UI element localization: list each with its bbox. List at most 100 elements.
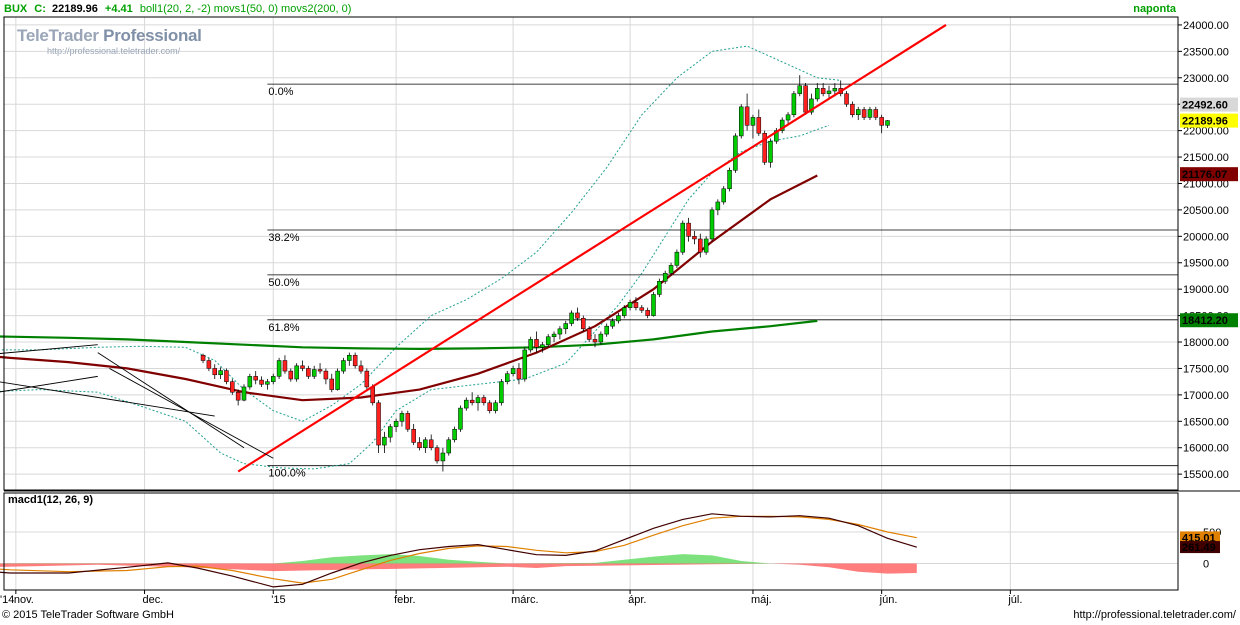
candle-body — [744, 106, 750, 126]
y-tick-label: 23500.00 — [1183, 46, 1229, 58]
candle-body — [885, 120, 890, 126]
candle-body — [452, 428, 457, 441]
candle-body — [300, 365, 305, 369]
x-tick-label: ápr. — [628, 594, 646, 606]
header-close-label: C: — [34, 3, 46, 15]
macd-tick-label: 0 — [1203, 559, 1209, 571]
logo-url: http://professional.teletrader.com/ — [47, 46, 181, 56]
price-chart[interactable]: 0.0% 38.2% 50.0% 61.8% 100.0% 15500.00 16000.… — [0, 0, 1240, 625]
fibonacci-label: 38.2% — [268, 232, 299, 244]
candle-body — [417, 442, 422, 448]
logo-name-b: Professional — [103, 26, 202, 45]
candle-body — [475, 397, 481, 404]
candle-body — [651, 294, 656, 316]
candle-body — [370, 386, 375, 404]
candle-body — [551, 333, 557, 337]
macd-tag-label: 261.49 — [1182, 542, 1216, 554]
candle-body — [873, 109, 879, 118]
x-tick-label: febr. — [394, 594, 415, 606]
candle-body — [692, 236, 697, 240]
candle-body — [200, 354, 206, 361]
fibonacci-label: 100.0% — [268, 468, 306, 480]
candle-body — [329, 378, 334, 390]
candle-body — [352, 354, 358, 367]
candle-body — [850, 103, 855, 116]
candle-body — [469, 399, 475, 404]
candle-body — [265, 381, 270, 385]
candle-body — [364, 370, 370, 388]
candle-body — [581, 317, 586, 330]
y-tick-label: 20500.00 — [1183, 205, 1229, 217]
candle-body — [856, 109, 861, 116]
candle-body — [499, 381, 504, 404]
y-tick-label: 17500.00 — [1183, 363, 1229, 375]
candle-body — [867, 109, 873, 118]
candle-body — [212, 368, 217, 376]
x-tick-label: '14 — [0, 594, 14, 606]
candle-body — [481, 397, 487, 404]
candle-body — [388, 426, 393, 438]
candle-body — [440, 452, 446, 462]
price-tag-label: 18412.20 — [1182, 315, 1228, 327]
candle-body — [294, 365, 299, 380]
header-symbol: BUX — [4, 3, 28, 15]
header-change: +4.41 — [105, 3, 133, 15]
fibonacci-label: 0.0% — [268, 86, 293, 98]
candle-body — [616, 315, 621, 322]
candle-body — [218, 370, 223, 376]
candle-body — [288, 370, 294, 380]
candle-body — [235, 391, 241, 401]
footer-url[interactable]: http://professional.teletrader.com/ — [1073, 609, 1236, 621]
candle-body — [271, 376, 276, 382]
candle-body — [715, 201, 721, 211]
copyright-text: © 2015 TeleTrader Software GmbH — [2, 609, 174, 621]
x-tick-label: júl. — [1007, 594, 1022, 606]
candle-body — [861, 109, 867, 118]
candle-body — [206, 360, 212, 369]
candle-body — [680, 222, 685, 253]
candle-body — [317, 369, 323, 372]
candle-body — [739, 106, 744, 137]
candle-body — [633, 302, 639, 308]
candle-body — [458, 407, 463, 430]
y-tick-label: 16500.00 — [1183, 416, 1229, 428]
candle-body — [247, 376, 253, 388]
candle-body — [311, 369, 317, 377]
candle-body — [756, 117, 762, 134]
candle-body — [721, 188, 726, 203]
macd-title: macd1(12, 26, 9) — [8, 494, 93, 506]
y-tick-label: 20000.00 — [1183, 231, 1229, 243]
candle-body — [569, 312, 574, 324]
logo-name-a: TeleTrader — [17, 26, 99, 45]
y-tick-label: 18000.00 — [1183, 337, 1229, 349]
candle-body — [382, 436, 387, 446]
candle-body — [610, 320, 615, 327]
candle-body — [493, 402, 498, 411]
candle-body — [540, 344, 545, 348]
candle-body — [487, 402, 492, 411]
candle-body — [276, 360, 282, 377]
x-tick-label: jún. — [879, 594, 898, 606]
candle-body — [815, 88, 820, 100]
candle-body — [785, 114, 791, 121]
candle-body — [411, 428, 416, 443]
header-period[interactable]: naponta — [1133, 3, 1177, 15]
candle-body — [820, 88, 826, 94]
candle-body — [563, 323, 568, 330]
header-indicators: boll1(20, 2, -2) movs1(50, 0) movs2(200,… — [140, 3, 352, 15]
candle-body — [253, 376, 258, 381]
y-tick-label: 23000.00 — [1183, 73, 1229, 85]
y-tick-label: 21500.00 — [1183, 152, 1229, 164]
candle-body — [393, 421, 399, 427]
candle-body — [586, 328, 592, 340]
candle-body — [428, 439, 434, 448]
candle-body — [639, 307, 645, 311]
price-tag-label: 21176.07 — [1182, 169, 1227, 181]
candle-body — [376, 402, 381, 446]
y-tick-label: 24000.00 — [1183, 20, 1229, 32]
candle-body — [405, 413, 411, 430]
candle-body — [662, 273, 668, 282]
candle-body — [282, 360, 288, 372]
x-tick-label: máj. — [751, 594, 772, 606]
price-tag-label: 22189.96 — [1182, 116, 1228, 128]
